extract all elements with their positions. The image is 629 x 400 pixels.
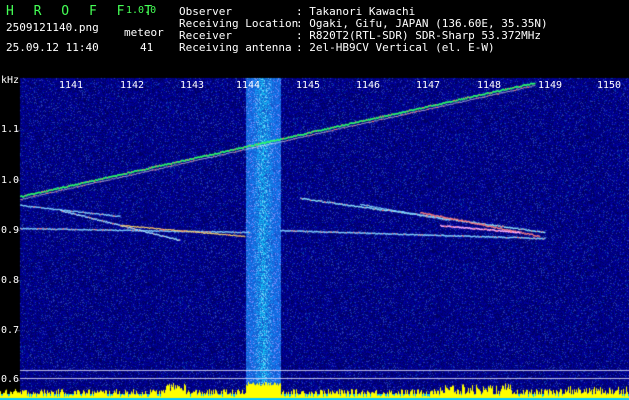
observer-value: : Takanori Kawachi bbox=[296, 5, 416, 18]
x-tick-label: 1145 bbox=[296, 80, 321, 91]
y-unit-label: kHz bbox=[1, 75, 20, 86]
x-tick-label: 1142 bbox=[120, 80, 145, 91]
x-tick-label: 1148 bbox=[477, 80, 502, 91]
receiver-value: : R820T2(RTL-SDR) SDR-Sharp 53.372MHz bbox=[296, 29, 542, 42]
y-tick-label: 1.0 bbox=[1, 175, 20, 186]
y-tick-label: 1.1 bbox=[1, 124, 20, 135]
location-label: Receiving Location bbox=[179, 17, 299, 30]
antenna-value: : 2el-HB9CV Vertical (el. E-W) bbox=[296, 41, 495, 54]
receiver-label: Receiver bbox=[179, 29, 232, 42]
location-value: : Ogaki, Gifu, JAPAN (136.60E, 35.35N) bbox=[296, 17, 548, 30]
y-tick-label: 0.8 bbox=[1, 275, 20, 286]
x-tick-label: 1149 bbox=[538, 80, 563, 91]
meteor-count: 41 bbox=[140, 41, 154, 54]
y-tick-label: 0.9 bbox=[1, 225, 20, 236]
antenna-label: Receiving antenna bbox=[179, 41, 292, 54]
date-time: 25.09.12 11:40 bbox=[6, 41, 99, 54]
x-tick-label: 1146 bbox=[356, 80, 381, 91]
app-version: 1.0.0 bbox=[126, 5, 157, 16]
x-tick-label: 1144 bbox=[236, 80, 261, 91]
x-tick-label: 1147 bbox=[416, 80, 441, 91]
meteor-label: meteor bbox=[124, 26, 164, 39]
x-tick-label: 1150 bbox=[597, 80, 622, 91]
observer-label: Observer bbox=[179, 5, 232, 18]
hrofft-screen: H R O F F T 1.0.0 2509121140.png meteor … bbox=[0, 0, 629, 400]
x-tick-label: 1143 bbox=[180, 80, 205, 91]
spectrogram-canvas bbox=[0, 0, 629, 400]
x-tick-label: 1141 bbox=[59, 80, 84, 91]
y-tick-label: 0.7 bbox=[1, 325, 20, 336]
file-name: 2509121140.png bbox=[6, 21, 99, 34]
y-tick-label: 0.6 bbox=[1, 374, 20, 385]
